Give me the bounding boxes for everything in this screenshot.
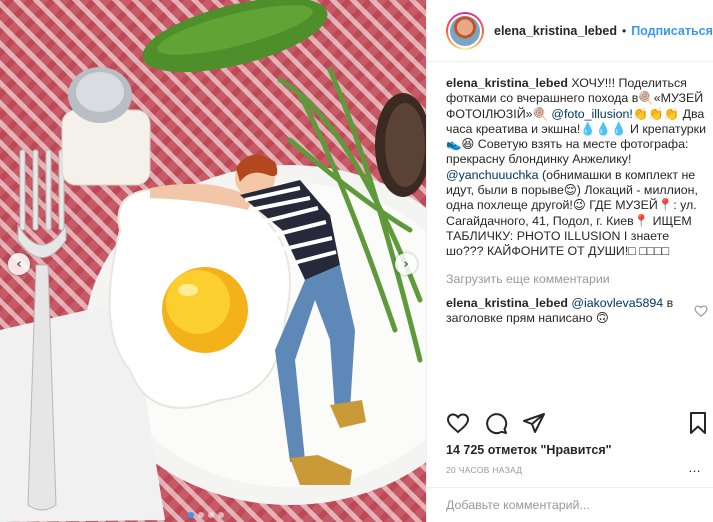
heart-icon[interactable] [446, 411, 470, 435]
carousel-dot [218, 512, 224, 518]
carousel-dot [198, 512, 204, 518]
comments-section: elena_kristina_lebed ХОЧУ!!! Поделиться … [446, 76, 708, 326]
carousel-dot [208, 512, 214, 518]
comment-icon[interactable] [484, 411, 508, 435]
carousel-next-button[interactable]: › [395, 253, 417, 275]
caption-mention[interactable]: @yanchuuuchka [446, 168, 539, 182]
author-username[interactable]: elena_kristina_lebed [494, 24, 617, 38]
load-more-comments-button[interactable]: Загрузить еще комментарии [446, 272, 708, 287]
share-icon[interactable] [522, 411, 546, 435]
post-caption: elena_kristina_lebed ХОЧУ!!! Поделиться … [446, 76, 708, 260]
caption-mention[interactable]: @foto_illusion! [551, 107, 632, 121]
carousel-indicator [188, 512, 224, 518]
comment-mention[interactable]: @iakovleva5894 [571, 296, 663, 310]
post-header: elena_kristina_lebed • Подписаться [427, 0, 713, 62]
post-timestamp[interactable]: 20 ЧАСОВ НАЗАД [446, 465, 522, 475]
salt-shaker-shape [61, 67, 151, 186]
comment-item: elena_kristina_lebed @iakovleva5894 в за… [446, 296, 708, 327]
chevron-right-icon: › [403, 256, 409, 272]
likes-count[interactable]: 14 725 отметок "Нравится" [446, 443, 612, 457]
bread-shape [375, 93, 426, 197]
carousel-prev-button[interactable]: ‹ [8, 253, 30, 275]
carousel-dot [188, 512, 194, 518]
post-actions-bar [446, 411, 710, 437]
add-comment-bar [427, 487, 713, 522]
chevron-left-icon: ‹ [16, 256, 22, 272]
avatar[interactable] [446, 11, 484, 50]
post-photo[interactable]: ‹ › [0, 0, 426, 522]
add-comment-input[interactable] [446, 498, 676, 512]
more-options-icon[interactable]: … [688, 460, 701, 475]
header-separator: • [621, 23, 627, 38]
post-side-panel: elena_kristina_lebed • Подписаться elena… [426, 0, 713, 522]
caption-username[interactable]: elena_kristina_lebed [446, 76, 568, 90]
photo-illustration [0, 0, 426, 522]
comment-username[interactable]: elena_kristina_lebed [446, 296, 568, 310]
follow-button[interactable]: Подписаться [631, 24, 713, 38]
comment-like-heart-icon[interactable] [694, 304, 708, 318]
bookmark-icon[interactable] [686, 411, 710, 435]
